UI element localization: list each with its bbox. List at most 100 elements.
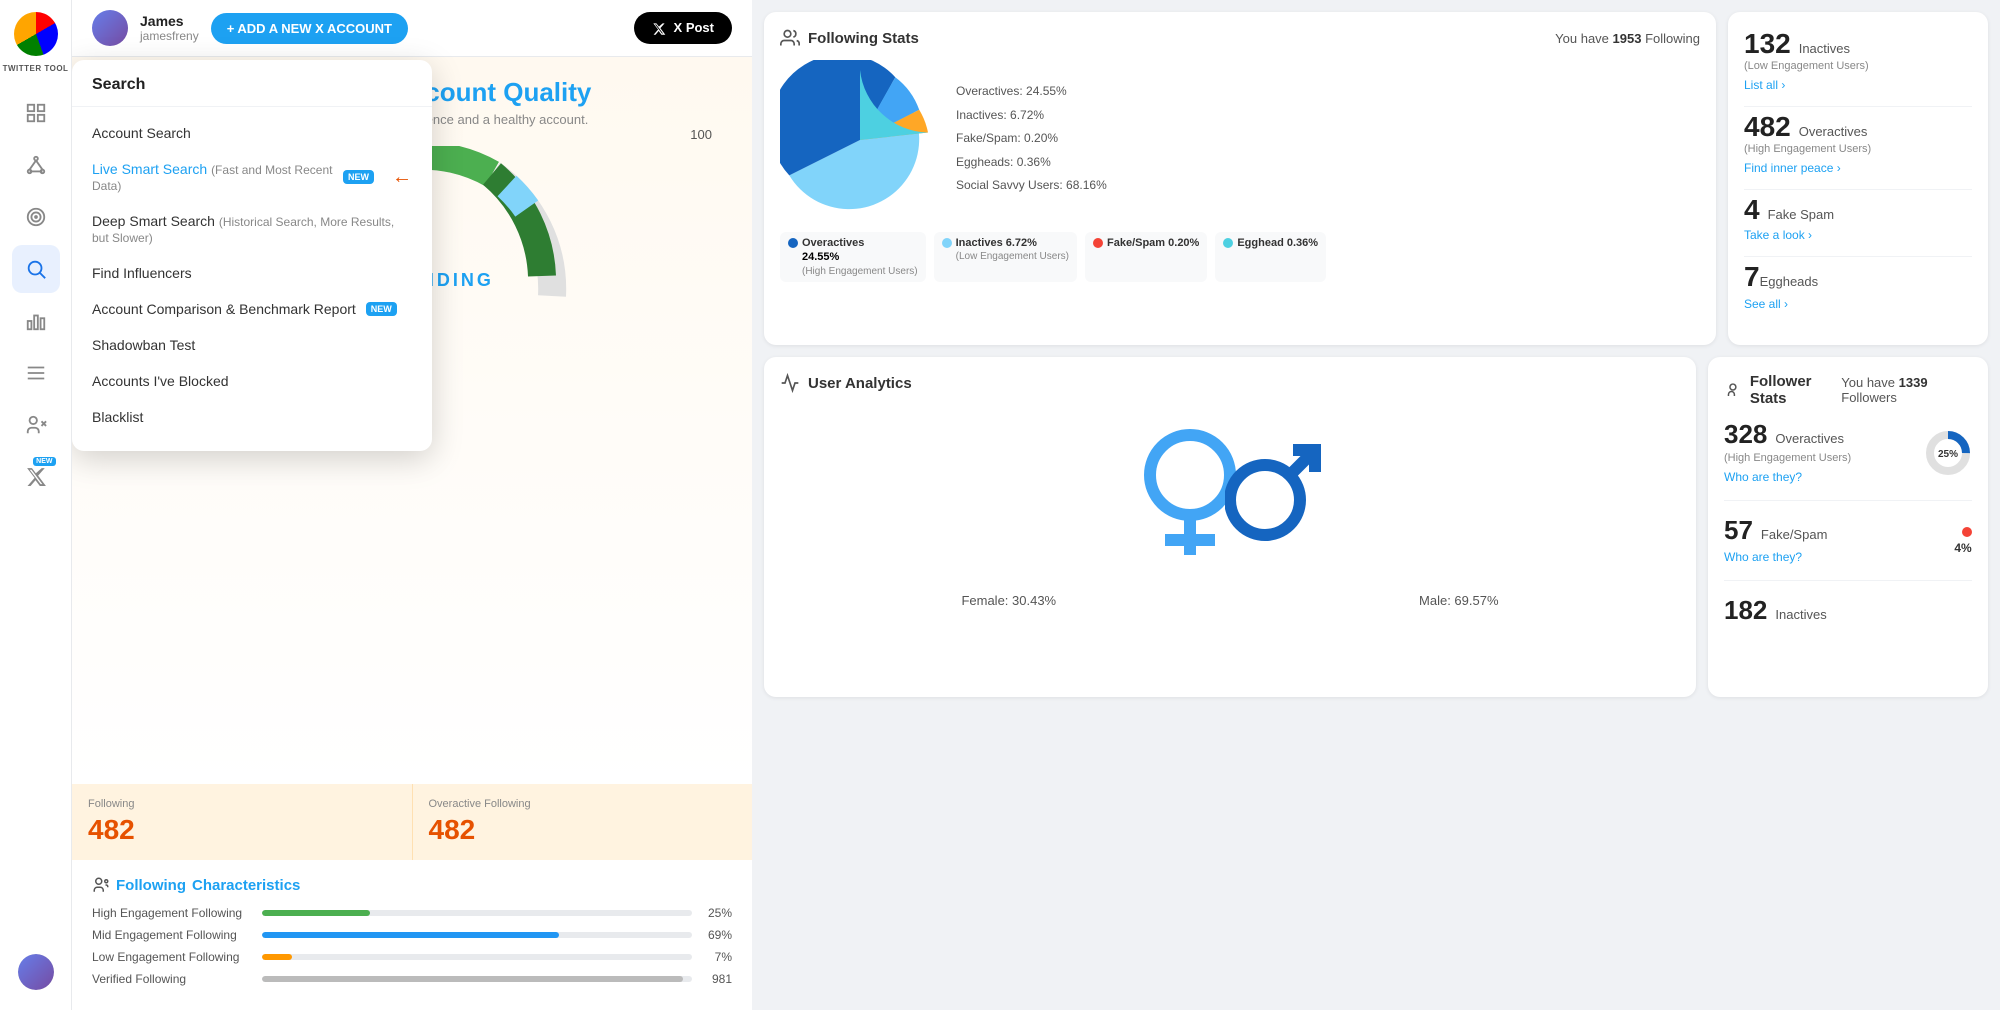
char-bar-verified [262,976,683,982]
sidebar-item-home[interactable] [12,89,60,137]
fake-link[interactable]: Take a look › [1744,228,1812,242]
legend-dot-red [1093,238,1103,248]
follower-fake-number: 57 [1724,515,1753,546]
follower-stats-card: Follower Stats You have 1339 Followers 3… [1708,357,1988,697]
char-pct-verified: 981 [702,972,732,986]
char-title-prefix: Following [116,877,186,894]
right-top-row: Following Stats You have 1953 Following [752,0,2000,357]
legend-egghead-item: Egghead 0.36% [1215,232,1326,282]
dropdown-item-deep-search[interactable]: Deep Smart Search (Historical Search, Mo… [72,203,432,255]
follower-count-badge: You have 1339 Followers [1841,375,1972,405]
sidebar-item-analytics[interactable] [12,297,60,345]
follower-fake-row: 57 Fake/Spam Who are they? 4% [1724,515,1972,581]
stat-row-overactives: 482 Overactives (High Engagement Users) … [1744,111,1972,190]
legend-overactives: Overactives: 24.55% [956,81,1107,103]
eggheads-label: Eggheads [1760,274,1819,289]
bottom-legend-row: Overactives 24.55% (High Engagement User… [780,232,1700,282]
legend-dot-blue [788,238,798,248]
overactive-box: Overactive Following 482 [413,784,753,860]
follower-inactives-label: Inactives [1775,607,1826,622]
dropdown-item-live-search[interactable]: Live Smart Search (Fast and Most Recent … [72,151,432,203]
following-row: Following 482 Overactive Following 482 [72,784,752,860]
dropdown-item-blacklist[interactable]: Blacklist [72,399,432,435]
panel-header: James jamesfreny + ADD A NEW X ACCOUNT X… [72,0,752,57]
gauge-max: 100 [690,127,712,142]
char-label-low: Low Engagement Following [92,950,252,964]
right-panels: Following Stats You have 1953 Following [752,0,2000,1010]
stat-row-inactives: 132 Inactives (Low Engagement Users) Lis… [1744,28,1972,107]
overactive-box-label: Overactive Following [429,798,737,810]
char-row-high: High Engagement Following 25% [92,906,732,920]
follower-overactives-link[interactable]: Who are they? [1724,470,1802,484]
main-content: James jamesfreny + ADD A NEW X ACCOUNT X… [72,0,2000,1010]
legend-inactives: Inactives: 6.72% [956,105,1107,127]
char-title: Following Characteristics [92,876,732,894]
char-label-high: High Engagement Following [92,906,252,920]
sidebar-item-network[interactable] [12,141,60,189]
follower-overactives-sub: (High Engagement Users) [1724,452,1916,464]
content-area: James jamesfreny + ADD A NEW X ACCOUNT X… [72,0,2000,1010]
dropdown-title: Search [72,76,432,107]
benchmark-badge: NEW [366,302,397,316]
follower-inactives-number: 182 [1724,595,1767,626]
following-box-label: Following [88,798,396,810]
following-stats-header: Following Stats You have 1953 Following [780,28,1700,48]
char-row-mid: Mid Engagement Following 69% [92,928,732,942]
characteristics-section: Following Characteristics High Engagemen… [72,860,752,1010]
following-box: Following 482 [72,784,413,860]
pie-chart-svg [780,60,940,220]
live-search-badge: NEW [343,170,374,184]
dropdown-item-blocked[interactable]: Accounts I've Blocked [72,363,432,399]
legend-fake-item: Fake/Spam 0.20% [1085,232,1207,282]
sidebar-item-lists[interactable] [12,349,60,397]
svg-text:25%: 25% [1938,449,1958,460]
char-pct-high: 25% [702,906,732,920]
dropdown-item-benchmark[interactable]: Account Comparison & Benchmark Report NE… [72,291,432,327]
gender-stats: Female: 30.43% Male: 69.57% [780,593,1680,608]
char-bar-bg-mid [262,932,692,938]
overactives-number: 482 [1744,111,1791,143]
following-stats-card: Following Stats You have 1953 Following [764,12,1716,345]
male-stat: Male: 69.57% [1419,593,1499,608]
inactives-number: 132 [1744,28,1791,60]
pie-legend: Overactives: 24.55% Inactives: 6.72% Fak… [956,81,1107,199]
char-bar-bg-high [262,910,692,916]
sidebar-item-target[interactable] [12,193,60,241]
sidebar-item-search[interactable] [12,245,60,293]
legend-dot-light-blue [942,238,952,248]
sidebar-item-users[interactable] [12,401,60,449]
dropdown-item-account-search[interactable]: Account Search [72,115,432,151]
following-stats-title: Following Stats [780,28,919,48]
sidebar-item-x[interactable]: NEW [12,453,60,501]
post-button[interactable]: X Post [634,12,732,44]
user-analytics-card: User Analytics [764,357,1696,697]
dropdown-item-influencers[interactable]: Find Influencers [72,255,432,291]
char-pct-low: 7% [702,950,732,964]
char-row-low: Low Engagement Following 7% [92,950,732,964]
char-row-verified: Verified Following 981 [92,972,732,986]
overactive-box-value: 482 [429,814,737,846]
user-avatar [92,10,128,46]
eggheads-link[interactable]: See all › [1744,297,1788,311]
overactives-label: Overactives [1799,124,1868,139]
inactives-sub: (Low Engagement Users) [1744,60,1869,72]
legend-social: Social Savvy Users: 68.16% [956,175,1107,197]
follower-fake-link[interactable]: Who are they? [1724,550,1802,564]
stat-row-fake: 4 Fake Spam Take a look › [1744,194,1972,257]
legend-eggheads: Eggheads: 0.36% [956,152,1107,174]
inactives-label: Inactives [1799,41,1850,56]
follower-fake-label: Fake/Spam [1761,527,1827,542]
male-symbol [1225,430,1325,560]
follower-overactives-label: Overactives [1775,431,1844,446]
char-bar-high [262,910,370,916]
fake-number: 4 [1744,194,1760,226]
legend-overactives-item: Overactives 24.55% (High Engagement User… [780,232,926,282]
overactives-link[interactable]: Find inner peace › [1744,161,1841,175]
add-account-button[interactable]: + ADD A NEW X ACCOUNT [211,13,408,44]
inactives-link[interactable]: List all › [1744,78,1785,92]
char-bar-bg-low [262,954,692,960]
dropdown-item-shadowban[interactable]: Shadowban Test [72,327,432,363]
deep-search-label: Deep Smart Search (Historical Search, Mo… [92,213,412,245]
legend-dot-teal [1223,238,1233,248]
user-avatar-sidebar[interactable] [18,954,54,990]
